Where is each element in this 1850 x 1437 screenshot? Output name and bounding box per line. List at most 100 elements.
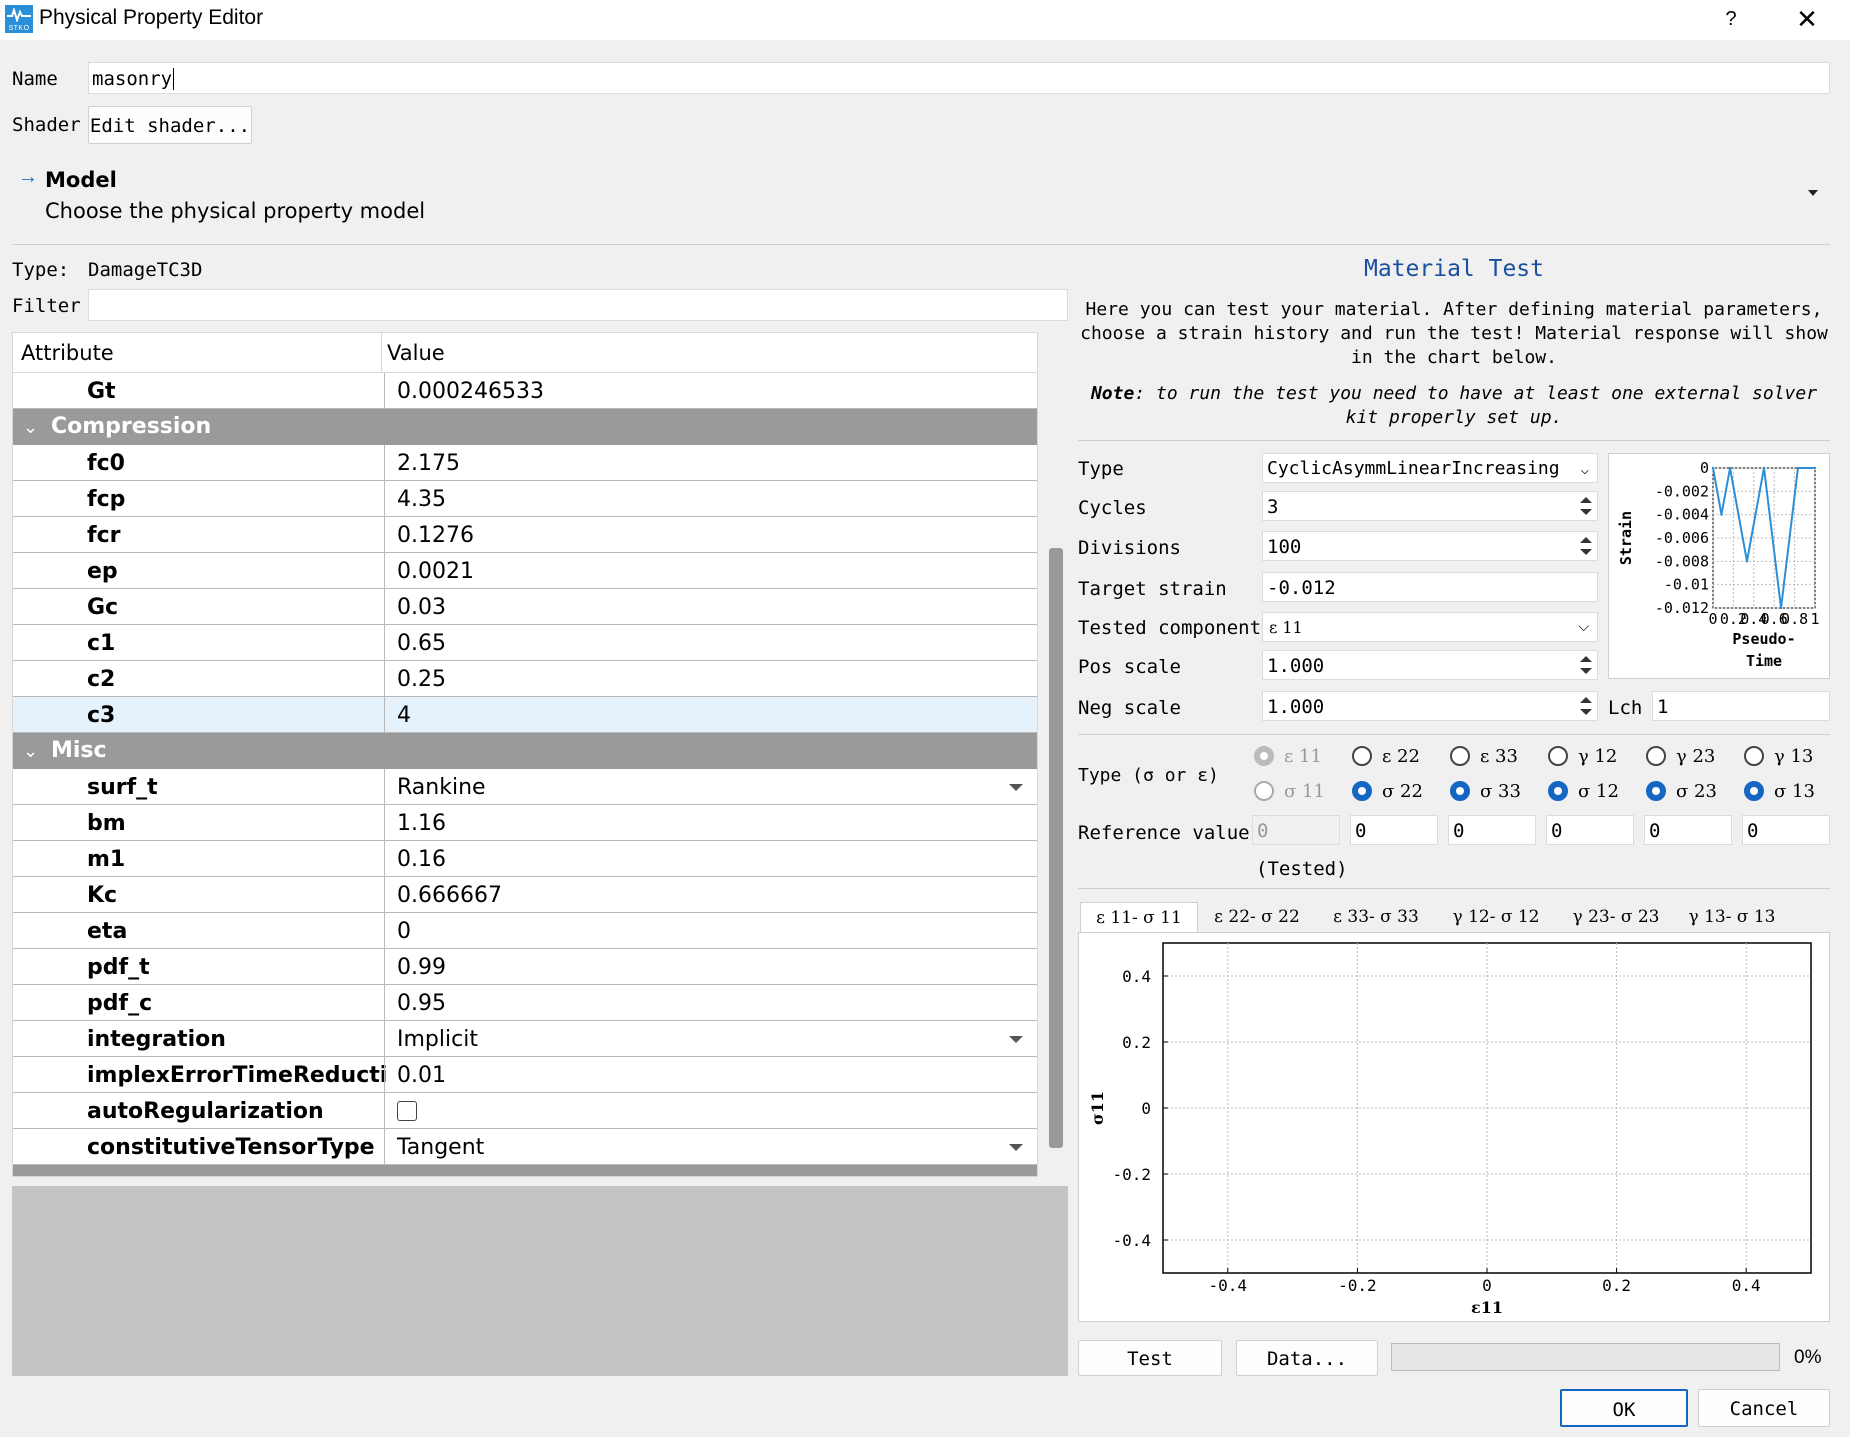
- tab-g13-s13[interactable]: γ 13- σ 13: [1676, 902, 1788, 932]
- table-row[interactable]: Gt 0.000246533: [13, 373, 1037, 409]
- lch-input[interactable]: 1: [1652, 691, 1830, 721]
- strain-history-point: [1796, 466, 1800, 470]
- table-row[interactable]: constitutiveTensorType Tangent: [13, 1129, 1037, 1165]
- table-row[interactable]: integration Implicit: [13, 1021, 1037, 1057]
- reference-value-input-4[interactable]: 0: [1546, 815, 1634, 845]
- stress-strain-chart: 0.4 0.2 0 -0.2 -0.4 -0.4 -0.2 0 0.2 0.4 ε11 σ11: [1088, 942, 1812, 1317]
- table-row[interactable]: Kc 0.666667: [13, 877, 1037, 913]
- radio-eps-2[interactable]: [1352, 746, 1372, 766]
- row-value[interactable]: 0.1276: [384, 517, 1037, 553]
- row-value[interactable]: 0.01: [384, 1057, 1037, 1093]
- row-value[interactable]: 4: [384, 697, 1037, 733]
- tab-e22-s22[interactable]: ε 22- σ 22: [1198, 902, 1316, 932]
- type-label: Type:: [12, 259, 70, 281]
- reference-value-input-6[interactable]: 0: [1742, 815, 1830, 845]
- table-row[interactable]: Gc 0.03: [13, 589, 1037, 625]
- table-row[interactable]: c2 0.25: [13, 661, 1037, 697]
- pos-scale-input[interactable]: 1.000: [1262, 650, 1598, 680]
- close-button[interactable]: ✕: [1790, 2, 1824, 36]
- cycles-spinner[interactable]: [1577, 494, 1595, 518]
- row-value-dropdown[interactable]: Tangent: [384, 1129, 1037, 1165]
- table-row[interactable]: autoRegularization: [13, 1093, 1037, 1129]
- radio-sigma-label: σ 12: [1578, 781, 1619, 802]
- divisions-input[interactable]: 100: [1262, 531, 1598, 561]
- edit-shader-button[interactable]: Edit shader...: [88, 106, 252, 144]
- table-row[interactable]: m1 0.16: [13, 841, 1037, 877]
- auto-regularization-checkbox[interactable]: [397, 1101, 417, 1121]
- row-value[interactable]: 0.95: [384, 985, 1037, 1021]
- row-value[interactable]: 1.16: [384, 805, 1037, 841]
- row-value[interactable]: 0.16: [384, 841, 1037, 877]
- row-value[interactable]: 0.000246533: [384, 373, 1037, 409]
- table-row[interactable]: pdf_c 0.95: [13, 985, 1037, 1021]
- row-value[interactable]: 0.0021: [384, 553, 1037, 589]
- radio-eps-5[interactable]: [1646, 746, 1666, 766]
- cycles-input[interactable]: 3: [1262, 491, 1598, 521]
- row-value[interactable]: 4.35: [384, 481, 1037, 517]
- radio-sigma-3[interactable]: [1450, 781, 1470, 801]
- filter-input[interactable]: [88, 289, 1068, 321]
- tab-g23-s23[interactable]: γ 23- σ 23: [1556, 902, 1676, 932]
- test-button[interactable]: Test: [1078, 1340, 1222, 1376]
- row-value[interactable]: 0.99: [384, 949, 1037, 985]
- neg-scale-input[interactable]: 1.000: [1262, 691, 1598, 721]
- header-attribute: Attribute: [21, 341, 114, 365]
- radio-eps-4[interactable]: [1548, 746, 1568, 766]
- pos-scale-label: Pos scale: [1078, 656, 1181, 678]
- table-row[interactable]: pdf_t 0.99: [13, 949, 1037, 985]
- dropdown-arrow-icon[interactable]: [1009, 1036, 1023, 1043]
- row-value[interactable]: 0.666667: [384, 877, 1037, 913]
- ok-button[interactable]: OK: [1560, 1389, 1688, 1427]
- radio-eps-label: ε 11: [1284, 746, 1322, 767]
- data-button[interactable]: Data...: [1236, 1340, 1378, 1376]
- reference-value-input-2[interactable]: 0: [1350, 815, 1438, 845]
- radio-sigma-6[interactable]: [1744, 781, 1764, 801]
- reference-value-input-3[interactable]: 0: [1448, 815, 1536, 845]
- cancel-button[interactable]: Cancel: [1698, 1389, 1830, 1427]
- radio-eps-label: ε 33: [1480, 746, 1518, 767]
- radio-eps-3[interactable]: [1450, 746, 1470, 766]
- tab-g12-s12[interactable]: γ 12- σ 12: [1436, 902, 1556, 932]
- row-value[interactable]: 0: [384, 913, 1037, 949]
- target-strain-input[interactable]: -0.012: [1262, 572, 1598, 602]
- tab-e33-s33[interactable]: ε 33- σ 33: [1316, 902, 1436, 932]
- dropdown-arrow-icon[interactable]: [1009, 784, 1023, 791]
- neg-scale-spinner[interactable]: [1577, 694, 1595, 718]
- y-tick-label: -0.012: [1655, 599, 1709, 617]
- help-button[interactable]: ?: [1716, 4, 1746, 34]
- row-value-dropdown[interactable]: Implicit: [384, 1021, 1037, 1057]
- scrollbar-thumb[interactable]: [1049, 548, 1063, 1148]
- radio-sigma-4[interactable]: [1548, 781, 1568, 801]
- pos-scale-spinner[interactable]: [1577, 653, 1595, 677]
- model-expand-icon[interactable]: [1808, 190, 1818, 196]
- table-row[interactable]: c1 0.65: [13, 625, 1037, 661]
- tab-e11-s11[interactable]: ε 11- σ 11: [1080, 902, 1198, 932]
- test-type-select[interactable]: CyclicAsymmLinearIncreasing ⌵: [1262, 453, 1598, 483]
- table-row[interactable]: fcp 4.35: [13, 481, 1037, 517]
- row-value[interactable]: 0.25: [384, 661, 1037, 697]
- table-row[interactable]: implexErrorTimeReductio...0.01: [13, 1057, 1037, 1093]
- radio-eps-6[interactable]: [1744, 746, 1764, 766]
- table-row-selected[interactable]: c3 4: [13, 697, 1037, 733]
- x-axis-label: ε11: [1471, 1298, 1503, 1317]
- reference-value-input-5[interactable]: 0: [1644, 815, 1732, 845]
- table-row[interactable]: fcr 0.1276: [13, 517, 1037, 553]
- table-row[interactable]: eta 0: [13, 913, 1037, 949]
- divisions-spinner[interactable]: [1577, 534, 1595, 558]
- radio-sigma-2[interactable]: [1352, 781, 1372, 801]
- tested-component-select[interactable]: ε 11 ⌵: [1262, 612, 1598, 642]
- row-value[interactable]: 0.03: [384, 589, 1037, 625]
- radio-sigma-5[interactable]: [1646, 781, 1666, 801]
- table-row[interactable]: surf_t Rankine: [13, 769, 1037, 805]
- table-row[interactable]: bm 1.16: [13, 805, 1037, 841]
- y-tick-label: -0.006: [1655, 529, 1709, 547]
- row-value[interactable]: 2.175: [384, 445, 1037, 481]
- group-compression[interactable]: ⌄ Compression: [13, 409, 1037, 445]
- dropdown-arrow-icon[interactable]: [1009, 1144, 1023, 1151]
- group-misc[interactable]: ⌄ Misc: [13, 733, 1037, 769]
- table-row[interactable]: fc0 2.175: [13, 445, 1037, 481]
- row-value-dropdown[interactable]: Rankine: [384, 769, 1037, 805]
- row-value[interactable]: 0.65: [384, 625, 1037, 661]
- name-input[interactable]: masonry: [88, 62, 1830, 94]
- table-row[interactable]: ep 0.0021: [13, 553, 1037, 589]
